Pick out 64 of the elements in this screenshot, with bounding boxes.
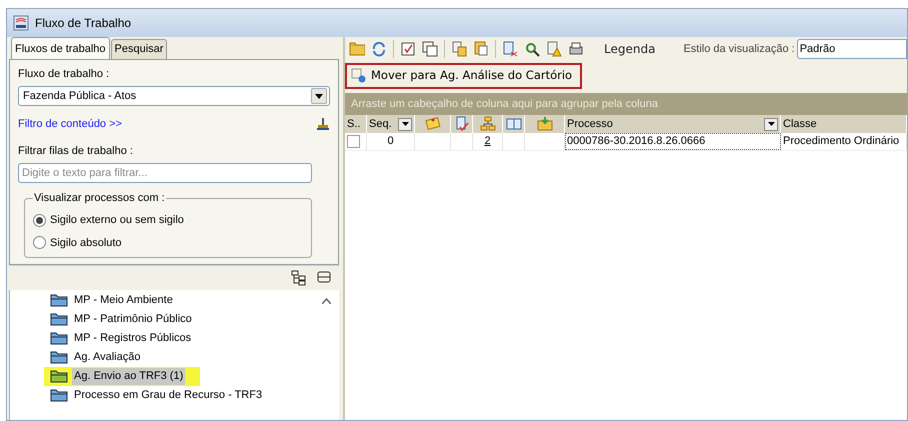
tree-item[interactable]: Ag. Envio ao TRF3 (1)	[72, 368, 186, 385]
folder-icon	[50, 294, 68, 307]
count-link[interactable]: 2	[484, 133, 491, 150]
filter-dropdown[interactable]	[398, 118, 412, 130]
row-checkbox[interactable]	[347, 135, 360, 148]
scroll-up-icon[interactable]	[322, 298, 331, 304]
checklist-icon[interactable]	[400, 41, 416, 57]
tab[interactable]: Pesquisar	[110, 39, 168, 58]
checked-document-icon[interactable]	[454, 116, 470, 132]
column-header[interactable]: Seq.	[369, 116, 392, 132]
note-icon[interactable]	[424, 116, 440, 132]
tree-item[interactable]: MP - Meio Ambiente	[72, 292, 175, 309]
radio-button[interactable]	[33, 236, 46, 250]
folder-icon	[50, 313, 68, 326]
column-header[interactable]: Processo	[567, 116, 613, 132]
tree-item[interactable]: MP - Registros Públicos	[72, 330, 194, 347]
view-style-field[interactable]: Padrão	[796, 39, 907, 59]
caret-icon	[768, 122, 774, 126]
group-by-bar: Arraste um cabeçalho de coluna aqui para agrupar pela coluna	[345, 93, 907, 115]
table-cell-text: 0	[387, 134, 394, 150]
column-header[interactable]: Classe	[783, 116, 817, 132]
document-icon[interactable]	[502, 41, 518, 57]
folder-icon	[50, 389, 68, 402]
warning-icon[interactable]	[546, 41, 562, 57]
caret-icon	[315, 94, 323, 98]
broom-icon[interactable]	[316, 117, 330, 132]
options-group: Visualizar processos com : Sigilo externo ou sem sigilo Sigilo absoluto	[24, 193, 312, 258]
tree-item[interactable]: Processo em Grau de Recurso - TRF3	[72, 387, 264, 404]
folder-icon	[50, 351, 68, 364]
copy-icon[interactable]	[451, 41, 467, 57]
filter-input[interactable]: Digite o texto para filtrar...	[18, 163, 312, 183]
workflow-dropdown[interactable]: Fazenda Pública - Atos	[18, 86, 330, 106]
tab[interactable]: Fluxos de trabalho	[11, 37, 110, 58]
app-icon	[13, 15, 29, 31]
pages-icon[interactable]	[506, 116, 522, 132]
printer-icon[interactable]	[568, 41, 584, 57]
radio-button[interactable]	[33, 214, 46, 227]
option-label: Sigilo externo ou sem sigilo	[50, 213, 184, 228]
hierarchy-icon[interactable]	[480, 116, 496, 132]
folder-icon[interactable]	[536, 116, 552, 132]
search-icon[interactable]	[524, 41, 540, 57]
tree-item[interactable]: Ag. Avaliação	[72, 349, 142, 366]
folder-icon	[50, 332, 68, 345]
table-cell-text: Procedimento Ordinário	[783, 134, 900, 150]
column-header[interactable]: S..	[347, 116, 360, 132]
caret-icon	[402, 122, 408, 126]
tree-icon[interactable]	[291, 270, 307, 286]
refresh-icon[interactable]	[371, 41, 387, 57]
filter-dropdown[interactable]	[764, 118, 778, 130]
folder-icon	[50, 370, 68, 383]
table-cell-text: 0000786-30.2016.8.26.0666	[567, 134, 706, 150]
paste-icon[interactable]	[473, 41, 489, 57]
windows-icon[interactable]	[422, 41, 438, 57]
window-title: Fluxo de Trabalho	[35, 15, 132, 32]
folder-icon[interactable]	[349, 41, 365, 57]
content-filter-link[interactable]: Filtro de conteúdo >>	[18, 116, 122, 132]
tree-item[interactable]: MP - Patrimônio Público	[72, 311, 194, 328]
field-label: Fluxo de trabalho :	[18, 66, 110, 82]
field-label: Estilo da visualização :	[683, 42, 795, 57]
collapse-icon[interactable]	[317, 270, 331, 284]
field-label: Filtrar filas de trabalho :	[18, 144, 134, 158]
legend-button[interactable]: Legenda	[604, 40, 656, 58]
option-label: Sigilo absoluto	[50, 236, 122, 250]
move-button[interactable]: Mover para Ag. Análise do Cartório	[345, 63, 582, 89]
